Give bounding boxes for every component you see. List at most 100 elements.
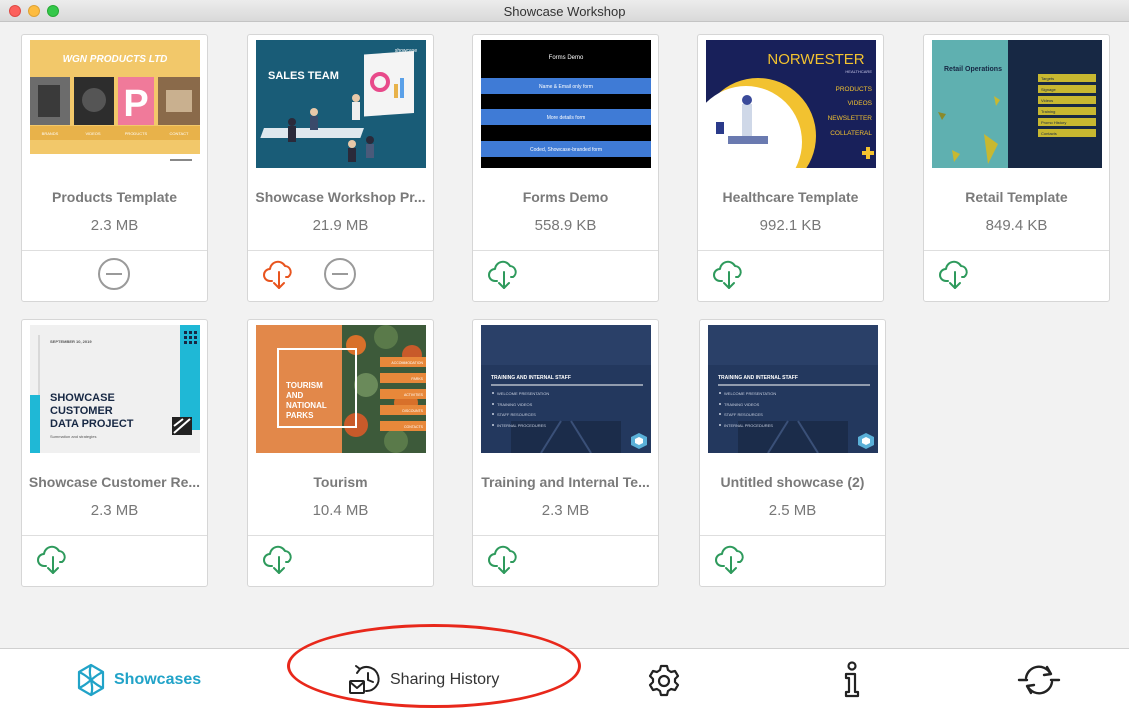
- card-divider: [698, 250, 883, 251]
- showcase-name: Products Template: [52, 189, 177, 205]
- showcase-thumbnail: WGN PRODUCTS LTD P BRANDS VIDEOS PRODUCT…: [30, 40, 200, 168]
- showcase-card-retail[interactable]: Retail Operations Targets Signage Videos…: [923, 34, 1110, 302]
- svg-text:CUSTOMER: CUSTOMER: [50, 405, 113, 417]
- cloud-download-icon: [488, 545, 517, 574]
- thumb-item: ACTIVITIES: [404, 393, 424, 397]
- thumb-item: NEWSLETTER: [828, 115, 873, 122]
- showcase-size: 2.3 MB: [90, 217, 139, 234]
- showcase-thumbnail: Retail Operations Targets Signage Videos…: [932, 40, 1102, 168]
- card-divider: [473, 535, 658, 536]
- nav-info[interactable]: [834, 649, 868, 711]
- showcase-card-healthcare[interactable]: NORWESTER HEALTHCARE PRODUCTS VIDEOS NEW…: [697, 34, 884, 302]
- remove-icon: [324, 258, 356, 290]
- svg-text:NATIONAL: NATIONAL: [286, 401, 327, 410]
- thumb-tab: PRODUCTS: [125, 131, 148, 136]
- thumb-item: INTERNAL PROCEDURES: [724, 423, 773, 428]
- cloud-download-icon: [263, 260, 292, 289]
- download-button[interactable]: [486, 256, 522, 292]
- download-button[interactable]: [261, 541, 297, 577]
- showcase-size: 992.1 KB: [759, 217, 822, 234]
- nav-sharing-history[interactable]: Sharing History: [348, 649, 499, 711]
- showcase-size: 2.3 MB: [541, 502, 590, 519]
- showcase-card-forms-demo[interactable]: Forms Demo Name & Email only form More d…: [472, 34, 659, 302]
- thumb-item: More details form: [547, 115, 586, 121]
- svg-text:AND: AND: [286, 391, 304, 400]
- title-bar: Showcase Workshop: [0, 0, 1129, 22]
- showcase-thumbnail: TRAINING AND INTERNAL STAFF WELCOME PRES…: [708, 325, 878, 453]
- sync-icon: [1017, 665, 1061, 695]
- thumb-item: PARKS: [411, 377, 423, 381]
- showcase-name: Retail Template: [965, 189, 1068, 205]
- thumb-item: WELCOME PRESENTATION: [724, 391, 776, 396]
- cloud-download-icon: [37, 545, 66, 574]
- showcase-size: 10.4 MB: [312, 502, 369, 519]
- showcase-card-training[interactable]: TRAINING AND INTERNAL STAFF WELCOME PRES…: [472, 319, 659, 587]
- thumb-item: VIDEOS: [847, 100, 872, 107]
- card-divider: [22, 535, 207, 536]
- showcase-thumbnail: SALES TEAM showcase: [256, 40, 426, 168]
- card-divider: [700, 535, 885, 536]
- showcase-name: Healthcare Template: [722, 189, 859, 205]
- cloud-download-icon: [715, 545, 744, 574]
- thumb-item: ACCOMMODATION: [391, 361, 423, 365]
- remove-button[interactable]: [322, 256, 358, 292]
- showcase-size: 558.9 KB: [534, 217, 597, 234]
- svg-text:SHOWCASE: SHOWCASE: [50, 392, 115, 404]
- thumb-item: CONTACTS: [404, 425, 424, 429]
- showcase-size: 21.9 MB: [312, 217, 369, 234]
- window-title: Showcase Workshop: [503, 4, 626, 19]
- card-divider: [248, 535, 433, 536]
- thumb-item: DISCOUNTS: [402, 409, 423, 413]
- download-button[interactable]: [937, 256, 973, 292]
- cloud-download-icon: [939, 260, 968, 289]
- card-divider: [22, 250, 207, 251]
- thumb-item: Promo History: [1041, 120, 1066, 125]
- thumb-item: COLLATERAL: [830, 130, 872, 137]
- download-button[interactable]: [486, 541, 522, 577]
- thumb-title: SALES TEAM: [268, 70, 339, 82]
- thumb-item: Targets: [1041, 76, 1054, 81]
- download-update-button[interactable]: [261, 256, 297, 292]
- thumb-subtitle: HEALTHCARE: [845, 69, 872, 74]
- showcase-name: Showcase Customer Re...: [28, 474, 201, 490]
- download-button[interactable]: [35, 541, 71, 577]
- showcase-grid: WGN PRODUCTS LTD P BRANDS VIDEOS PRODUCT…: [0, 22, 1129, 648]
- thumb-title: WGN PRODUCTS LTD: [63, 54, 168, 65]
- nav-showcases[interactable]: Showcases: [74, 649, 201, 711]
- thumb-title: TRAINING AND INTERNAL STAFF: [491, 375, 571, 381]
- card-divider: [473, 250, 658, 251]
- nav-sync[interactable]: [1017, 649, 1061, 711]
- thumb-date: SEPTEMBER 10, 2019: [50, 339, 92, 344]
- showcase-card-customer-report[interactable]: SEPTEMBER 10, 2019 SHOWCASE CUSTOMER DAT…: [21, 319, 208, 587]
- showcase-card-untitled[interactable]: TRAINING AND INTERNAL STAFF WELCOME PRES…: [699, 319, 886, 587]
- thumb-item: Training: [1041, 109, 1055, 114]
- nav-sharing-history-label: Sharing History: [390, 671, 500, 688]
- thumb-item: Videos: [1041, 98, 1053, 103]
- svg-text:DATA PROJECT: DATA PROJECT: [50, 418, 134, 430]
- download-button[interactable]: [713, 541, 749, 577]
- thumb-item: STAFF RESOURCES: [497, 412, 536, 417]
- showcase-size: 2.5 MB: [768, 502, 817, 519]
- remove-button[interactable]: [96, 256, 132, 292]
- download-button[interactable]: [711, 256, 747, 292]
- showcase-name: Showcase Workshop Pr...: [255, 189, 426, 205]
- showcase-thumbnail: Forms Demo Name & Email only form More d…: [481, 40, 651, 168]
- svg-text:TOURISM: TOURISM: [286, 381, 323, 390]
- showcase-card-tourism[interactable]: TOURISM AND NATIONAL PARKS ACCOMMODATION…: [247, 319, 434, 587]
- showcase-card-workshop[interactable]: SALES TEAM showcase Showcase Workshop Pr…: [247, 34, 434, 302]
- nav-settings[interactable]: [647, 649, 681, 711]
- showcase-logo-icon: [77, 663, 105, 697]
- cloud-download-icon: [263, 545, 292, 574]
- thumb-title: Forms Demo: [549, 55, 584, 61]
- cloud-download-icon: [488, 260, 517, 289]
- card-divider: [924, 250, 1109, 251]
- showcase-thumbnail: SEPTEMBER 10, 2019 SHOWCASE CUSTOMER DAT…: [30, 325, 200, 453]
- showcase-card-products[interactable]: WGN PRODUCTS LTD P BRANDS VIDEOS PRODUCT…: [21, 34, 208, 302]
- sharing-history-icon: [349, 665, 380, 694]
- info-icon: [844, 661, 860, 698]
- showcase-thumbnail: TRAINING AND INTERNAL STAFF WELCOME PRES…: [481, 325, 651, 453]
- thumb-subtitle: Summation and strategies: [50, 434, 96, 439]
- thumb-title: Retail Operations: [944, 66, 1002, 73]
- showcase-name: Untitled showcase (2): [720, 474, 865, 490]
- bottom-nav-bar: Showcases Sharing History: [0, 648, 1129, 712]
